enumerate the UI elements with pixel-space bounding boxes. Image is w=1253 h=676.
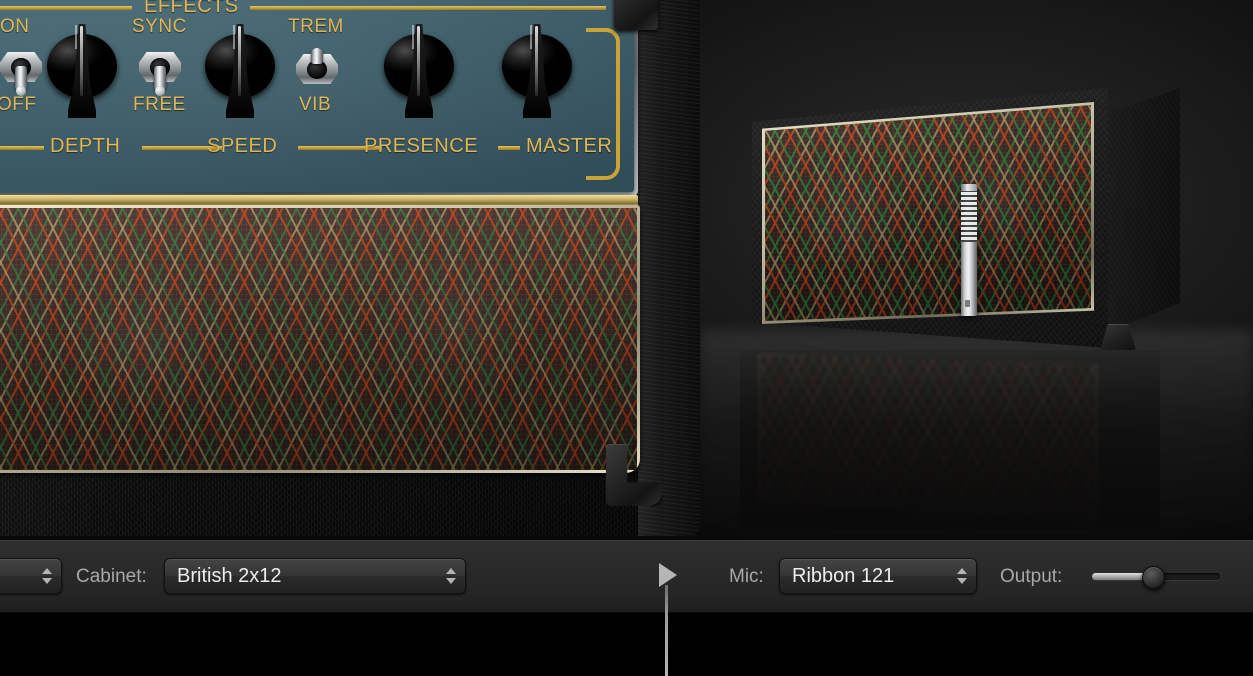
trem-vib-switch-trem-label: TREM bbox=[288, 16, 344, 37]
speed-knob-highlight bbox=[238, 26, 241, 96]
presence-knob[interactable] bbox=[382, 24, 456, 120]
master-knob-label: MASTER bbox=[526, 135, 613, 157]
cabinet-grille-cloth bbox=[765, 105, 1091, 321]
mic-popup[interactable]: Ribbon 121 bbox=[779, 558, 977, 594]
output-label: Output: bbox=[1000, 566, 1063, 587]
amp-corner-protector-top-right bbox=[614, 0, 658, 30]
master-knob[interactable] bbox=[500, 24, 574, 120]
speed-knob-highlight-2 bbox=[233, 25, 235, 49]
chevron-up-down-icon[interactable] bbox=[41, 564, 52, 588]
trem-vib-switch[interactable] bbox=[296, 46, 338, 94]
floor-sheen bbox=[700, 330, 1253, 540]
chevron-up-down-icon[interactable] bbox=[956, 564, 967, 588]
depth-knob-highlight-2 bbox=[75, 25, 77, 49]
sync-switch-free-label: FREE bbox=[133, 94, 186, 115]
amp-model-popup[interactable] bbox=[0, 558, 62, 594]
amp-designer-toolbar: Cabinet: British 2x12 Mic: Ribbon 121 Ou… bbox=[0, 540, 1253, 613]
cabinet-value: British 2x12 bbox=[177, 564, 282, 587]
presence-knob-label: PRESENCE bbox=[364, 135, 479, 157]
power-switch-on-label: ON bbox=[0, 16, 30, 37]
microphone-cap bbox=[961, 184, 977, 191]
presence-knob-highlight bbox=[417, 26, 420, 96]
amp-designer-window: EFFECTS ON OFF SYNC FREE TREM VIB DEPTH … bbox=[0, 0, 1253, 676]
output-slider-thumb[interactable] bbox=[1142, 566, 1166, 589]
cabinet-grille-frame bbox=[762, 102, 1094, 324]
cabinet-reflection-grille bbox=[758, 354, 1098, 522]
output-slider[interactable] bbox=[1092, 566, 1220, 589]
microphone-grille bbox=[961, 190, 977, 242]
speed-knob-label: SPEED bbox=[207, 135, 278, 157]
cabinet-speaker-cones bbox=[765, 105, 1091, 321]
amp-grille-cloth bbox=[0, 208, 637, 470]
depth-knob-highlight bbox=[80, 26, 83, 96]
bottom-background bbox=[0, 613, 1253, 676]
chevron-up-down-icon[interactable] bbox=[445, 564, 456, 588]
ribbon-microphone[interactable] bbox=[958, 184, 980, 316]
cabinet-label: Cabinet: bbox=[76, 566, 147, 587]
sync-switch-sync-label: SYNC bbox=[132, 16, 187, 37]
master-knob-highlight-2 bbox=[530, 25, 532, 49]
power-switch[interactable] bbox=[0, 44, 42, 96]
master-knob-highlight bbox=[535, 26, 538, 96]
effects-rule-right bbox=[250, 6, 606, 10]
sync-switch-lever bbox=[154, 66, 166, 96]
microphone-badge bbox=[965, 300, 970, 307]
sync-switch[interactable] bbox=[139, 44, 181, 96]
master-rule-left bbox=[498, 146, 520, 150]
power-switch-lever bbox=[15, 66, 27, 96]
depth-rule-left bbox=[0, 146, 44, 150]
cabinet-floor-reflection bbox=[758, 352, 1118, 522]
amplifier-head: EFFECTS ON OFF SYNC FREE TREM VIB DEPTH … bbox=[0, 0, 700, 536]
mic-value: Ribbon 121 bbox=[792, 564, 895, 587]
mic-label: Mic: bbox=[729, 566, 764, 587]
speed-knob[interactable] bbox=[203, 24, 277, 120]
amp-grille-frame bbox=[0, 205, 640, 473]
amp-side-panel bbox=[638, 0, 700, 536]
trem-vib-switch-lever bbox=[311, 48, 323, 64]
depth-knob-label: DEPTH bbox=[50, 135, 121, 157]
amp-control-panel: EFFECTS ON OFF SYNC FREE TREM VIB DEPTH … bbox=[0, 0, 634, 192]
amp-scene: EFFECTS ON OFF SYNC FREE TREM VIB DEPTH … bbox=[0, 0, 1253, 540]
callout-stem bbox=[665, 585, 668, 676]
effects-rule-left bbox=[0, 6, 132, 10]
trem-vib-switch-vib-label: VIB bbox=[299, 94, 332, 115]
presence-knob-highlight-2 bbox=[412, 25, 414, 49]
triangle-pointer-icon bbox=[659, 563, 677, 587]
reflection-fade-overlay bbox=[740, 350, 1160, 530]
cabinet-popup[interactable]: British 2x12 bbox=[164, 558, 466, 594]
depth-knob[interactable] bbox=[45, 24, 119, 120]
power-switch-off-label: OFF bbox=[0, 94, 37, 115]
